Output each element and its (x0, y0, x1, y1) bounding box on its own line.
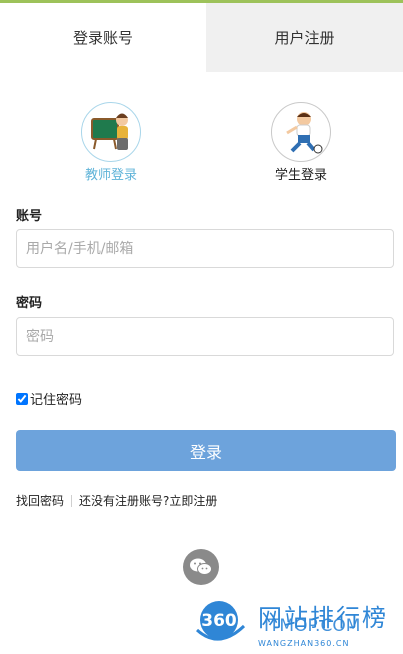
role-teacher-label: 教师登录 (84, 168, 137, 183)
watermark-logo-text: 360 (201, 611, 237, 631)
wechat-icon[interactable] (183, 549, 219, 585)
watermark-360-logo: 360 (192, 600, 248, 644)
forgot-password-link[interactable]: 找回密码 (16, 492, 64, 509)
account-label: 账号 (16, 209, 43, 224)
password-input[interactable] (16, 317, 394, 356)
role-teacher[interactable]: 教师登录 (66, 102, 156, 183)
teacher-icon (81, 102, 141, 162)
tab-bar: 登录账号 用户注册 (0, 3, 403, 72)
remember-password[interactable]: 记住密码 (14, 389, 82, 408)
watermark-url: WANGZHAN360.CN (258, 639, 350, 648)
account-input[interactable] (16, 229, 394, 268)
register-now-link[interactable]: 还没有注册账号?立即注册 (79, 492, 217, 509)
watermark-subtitle: ITMOP.COM (264, 616, 361, 636)
student-icon (271, 102, 331, 162)
remember-password-checkbox[interactable] (16, 392, 28, 405)
role-student-label: 学生登录 (274, 168, 327, 183)
tab-login-account[interactable]: 登录账号 (0, 3, 206, 72)
remember-password-label: 记住密码 (30, 393, 83, 408)
account-links: 找回密码 还没有注册账号?立即注册 (16, 492, 217, 509)
login-button[interactable]: 登录 (16, 430, 396, 471)
watermark: 360 网站排行榜 ITMOP.COM WANGZHAN360.CN (190, 598, 403, 654)
role-student[interactable]: 学生登录 (256, 102, 346, 183)
link-divider (71, 494, 73, 507)
password-label: 密码 (16, 296, 43, 311)
tab-user-register[interactable]: 用户注册 (206, 3, 403, 72)
